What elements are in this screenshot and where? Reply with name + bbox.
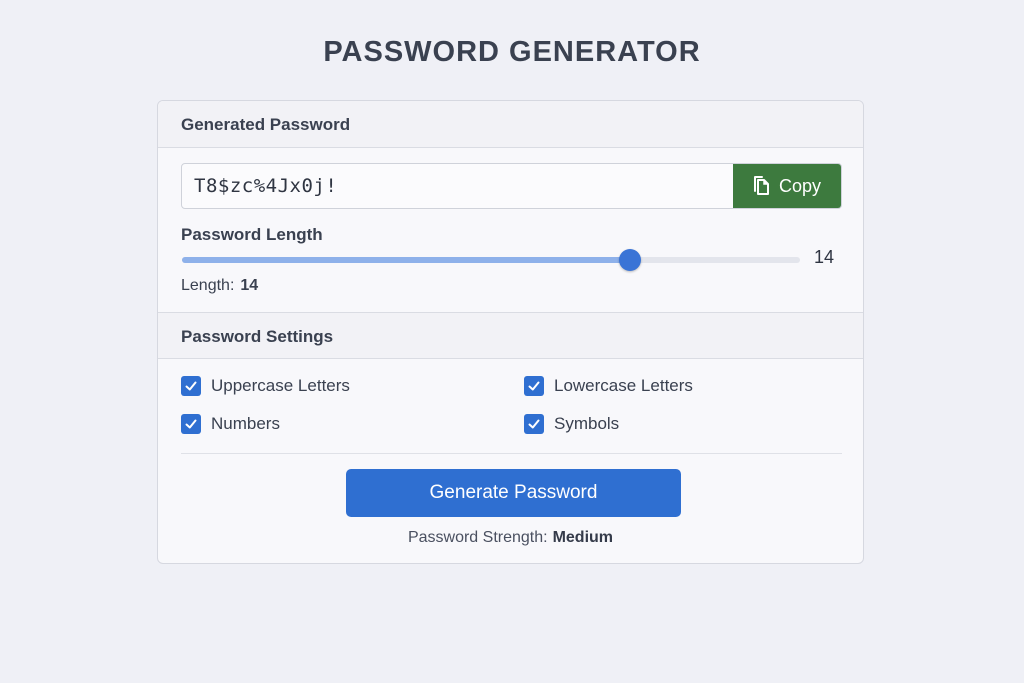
password-value[interactable]: T8$zc%4Jx0j! xyxy=(194,175,337,197)
slider-fill xyxy=(182,257,631,263)
copy-button-label: Copy xyxy=(778,175,822,196)
strength-label: Password Strength: xyxy=(407,529,548,546)
copy-icon xyxy=(753,176,771,196)
divider xyxy=(181,453,842,454)
numbers-label: Numbers xyxy=(211,414,280,433)
password-settings-header: Password Settings xyxy=(158,312,863,359)
lowercase-option[interactable]: Lowercase Letters xyxy=(524,376,693,396)
check-icon xyxy=(528,419,540,429)
page-title: PASSWORD GENERATOR xyxy=(323,36,701,68)
password-settings-heading: Password Settings xyxy=(181,327,334,346)
length-readout: Length: 14 xyxy=(181,277,258,295)
uppercase-option[interactable]: Uppercase Letters xyxy=(181,376,350,396)
symbols-checkbox[interactable] xyxy=(524,414,544,434)
generator-card: Generated Password T8$zc%4Jx0j! Copy Pas… xyxy=(157,100,864,564)
numbers-option[interactable]: Numbers xyxy=(181,414,280,434)
check-icon xyxy=(185,381,197,391)
copy-button[interactable]: Copy xyxy=(733,164,841,208)
password-length-label: Password Length xyxy=(181,225,323,244)
uppercase-checkbox[interactable] xyxy=(181,376,201,396)
length-readout-label: Length: xyxy=(181,277,235,294)
length-readout-value: 14 xyxy=(240,277,259,294)
check-icon xyxy=(528,381,540,391)
symbols-label: Symbols xyxy=(554,414,620,433)
numbers-checkbox[interactable] xyxy=(181,414,201,434)
generated-password-heading: Generated Password xyxy=(181,115,351,134)
lowercase-checkbox[interactable] xyxy=(524,376,544,396)
generate-password-button[interactable]: Generate Password xyxy=(346,469,681,517)
uppercase-label: Uppercase Letters xyxy=(211,376,350,395)
slider-thumb[interactable] xyxy=(619,249,642,271)
generated-password-header: Generated Password xyxy=(158,101,863,148)
check-icon xyxy=(185,419,197,429)
strength-value: Medium xyxy=(552,529,614,546)
password-output-field[interactable]: T8$zc%4Jx0j! Copy xyxy=(181,163,842,209)
password-strength: Password Strength: Medium xyxy=(158,529,863,547)
length-value: 14 xyxy=(814,247,835,267)
length-slider[interactable] xyxy=(182,249,800,271)
symbols-option[interactable]: Symbols xyxy=(524,414,619,434)
lowercase-label: Lowercase Letters xyxy=(554,376,693,395)
